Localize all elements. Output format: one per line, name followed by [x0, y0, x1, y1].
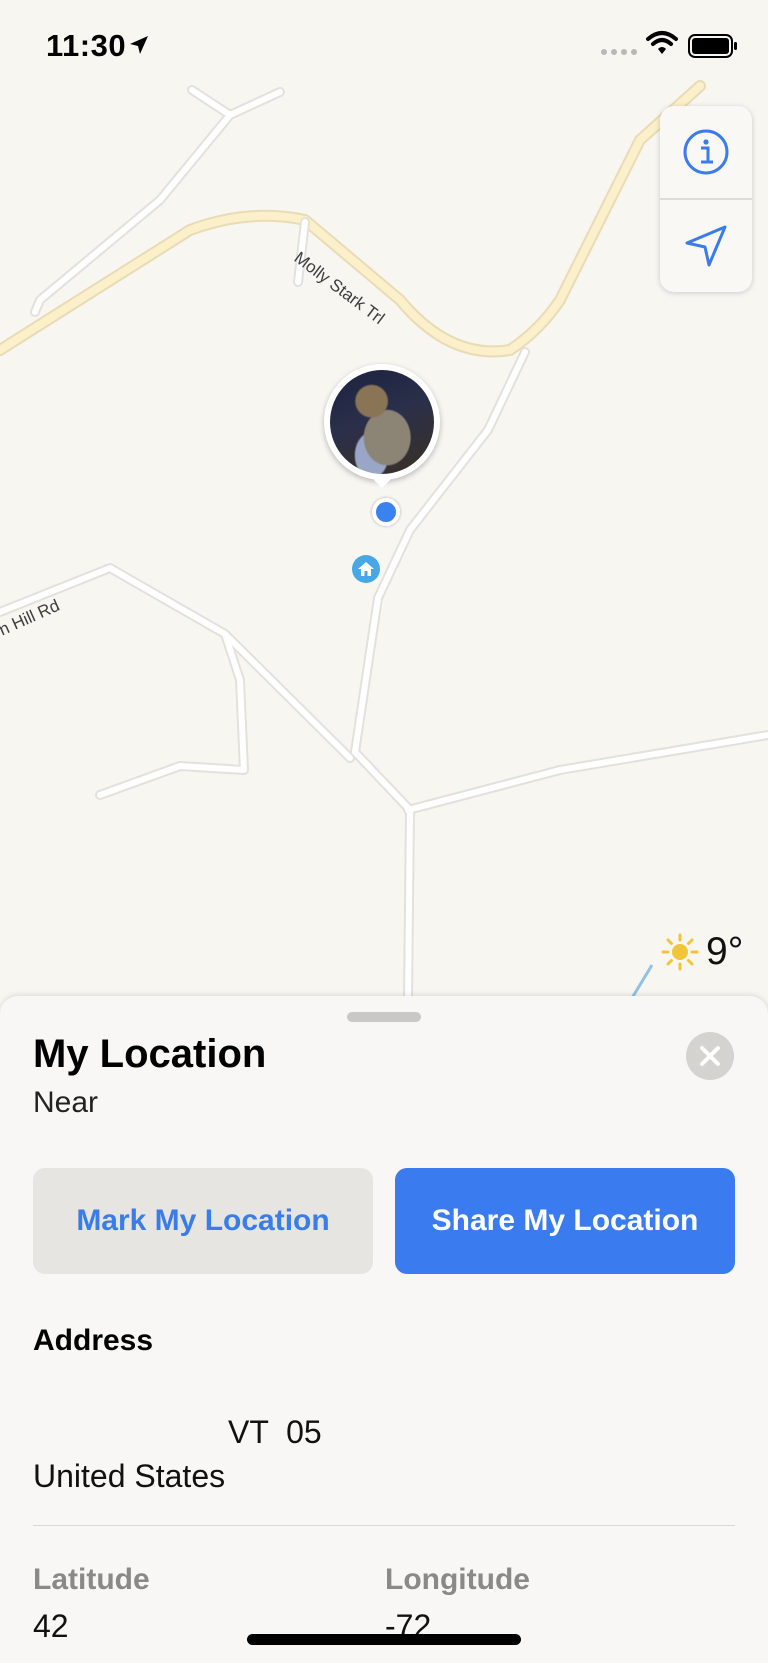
address-line-1: VT 05 — [228, 1414, 322, 1450]
latitude-value: 42 — [33, 1608, 69, 1644]
current-location-dot[interactable] — [372, 498, 400, 526]
weather-temperature: 9° — [706, 930, 744, 973]
card-title: My Location — [33, 1032, 267, 1076]
pin-pointer — [370, 476, 394, 488]
location-services-icon — [130, 36, 148, 54]
status-bar: 11:30 — [0, 0, 768, 94]
battery-icon — [688, 34, 737, 58]
home-marker[interactable] — [352, 555, 380, 583]
cellular-signal-icon — [601, 49, 637, 55]
longitude-label: Longitude — [385, 1563, 530, 1596]
map-controls — [660, 106, 752, 292]
user-avatar-pin[interactable] — [324, 364, 444, 516]
info-icon — [683, 129, 729, 175]
status-time: 11:30 — [46, 28, 127, 63]
close-icon — [700, 1046, 720, 1066]
home-icon — [358, 562, 374, 576]
share-my-location-button[interactable]: Share My Location — [395, 1168, 735, 1274]
latitude-label: Latitude — [33, 1563, 150, 1596]
avatar-photo — [330, 370, 434, 474]
location-arrow-icon — [685, 225, 727, 267]
address-label: Address — [33, 1324, 154, 1357]
close-button[interactable] — [686, 1032, 734, 1080]
mark-my-location-button[interactable]: Mark My Location — [33, 1168, 373, 1274]
track-location-button[interactable] — [660, 200, 752, 292]
weather-indicator: 9° — [660, 930, 743, 974]
wifi-icon — [646, 31, 678, 54]
sun-icon — [661, 933, 699, 971]
location-card: My Location Near Mark My Location Share … — [0, 996, 768, 1663]
card-subtitle: Near — [33, 1086, 99, 1119]
section-divider — [33, 1525, 735, 1526]
map-info-button[interactable] — [660, 106, 752, 198]
home-indicator[interactable] — [247, 1634, 521, 1645]
avatar — [324, 364, 440, 480]
sheet-grabber[interactable] — [347, 1012, 421, 1022]
address-line-2: United States — [33, 1458, 226, 1494]
